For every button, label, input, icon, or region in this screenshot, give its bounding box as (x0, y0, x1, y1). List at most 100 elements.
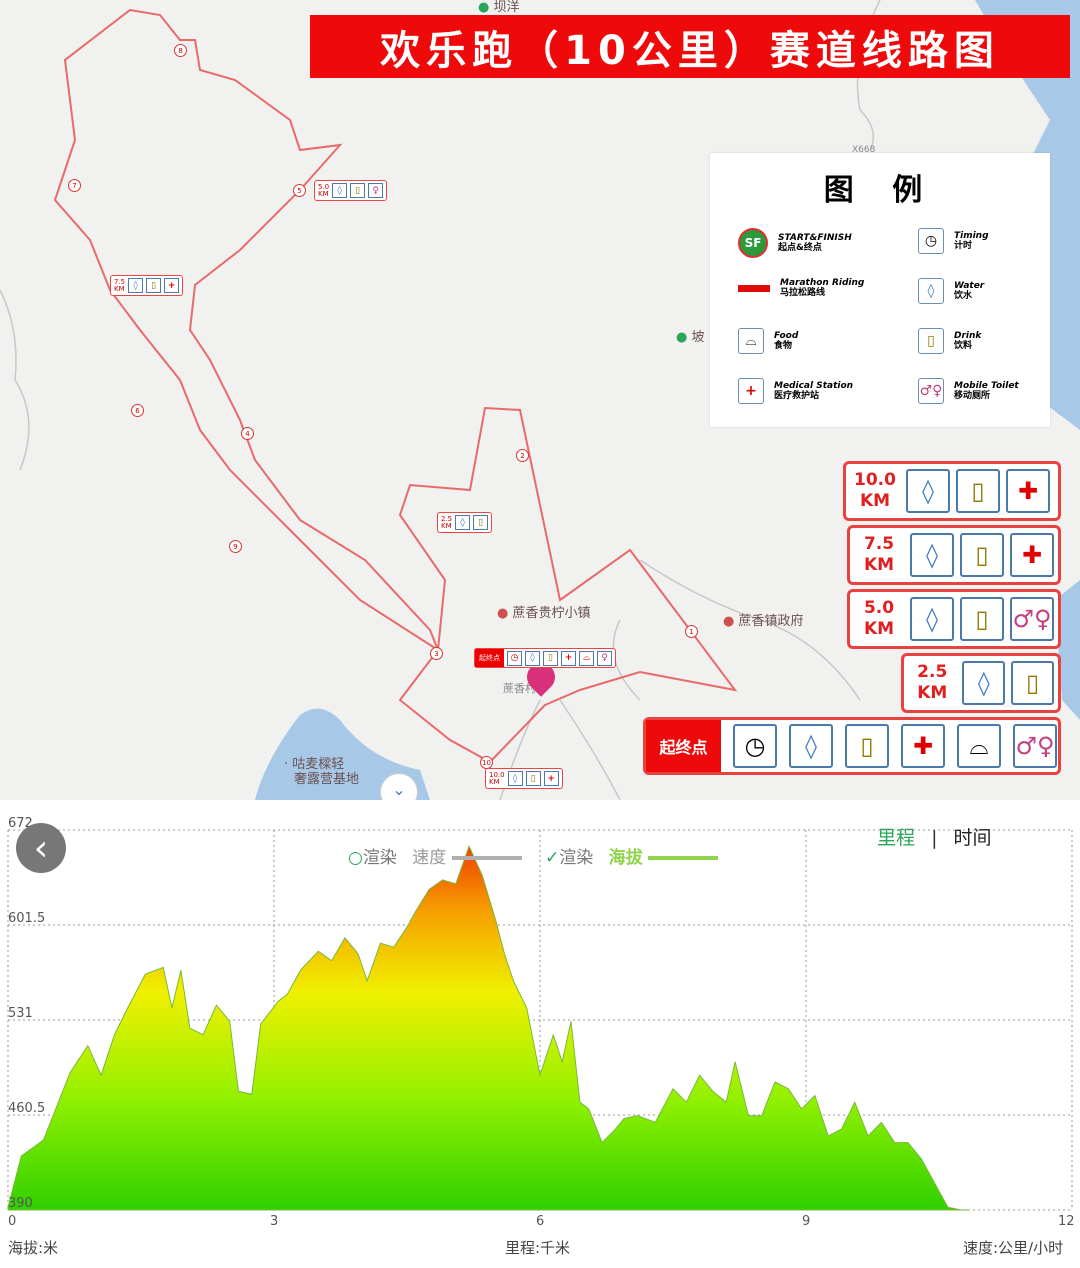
tab-distance[interactable]: 里程 (877, 827, 915, 849)
drink-icon: ▯ (956, 469, 1000, 513)
y-tick-label: 531 (8, 1006, 33, 1021)
speed-unit-label: 速度:公里/小时 (963, 1239, 1064, 1257)
x-tick-label: 0 (8, 1214, 16, 1229)
timing-icon: ◷ (918, 228, 944, 254)
poi-government[interactable]: ● 蔗香镇政府 (723, 610, 804, 629)
toggle-altitude[interactable]: ✓渲染 海拔 (545, 843, 719, 868)
water-icon: ◊ (332, 183, 348, 198)
waypoint-1-marker: 1 (685, 625, 698, 638)
waypoint-6-marker: 6 (131, 404, 144, 417)
poi-village[interactable]: ● 蔗香贵柠小镇 (497, 602, 591, 621)
drink-icon: ▯ (146, 278, 162, 293)
drink-icon: ▯ (525, 771, 541, 786)
map-tag-5km[interactable]: 5.0 KM ◊ ▯ ♀ (314, 180, 388, 201)
station-5km[interactable]: 5.0 KM ◊ ▯ ♂♀ (847, 589, 1061, 649)
toilet-icon: ♂♀ (1013, 724, 1057, 768)
medical-icon: + (738, 378, 764, 404)
y-tick-label: 390 (8, 1196, 33, 1211)
y-unit-label: 海拔:米 (8, 1239, 59, 1257)
water-icon: ◊ (507, 771, 523, 786)
waypoint-9-marker: 9 (229, 540, 242, 553)
elevation-chart[interactable]: 672601.5531460.5390 0 3 6 9 12 (0, 805, 1080, 1268)
race-route-line (53, 8, 738, 764)
back-chevron-icon[interactable]: ‹ (16, 823, 66, 873)
poi-marker-icon: ● (723, 614, 735, 629)
map-tag-10km[interactable]: 10.0 KM ◊ ▯ + (485, 768, 563, 789)
drink-icon: ▯ (960, 597, 1004, 641)
legend-item-food: ⌓ Food 食物 (738, 328, 798, 354)
x-tick-labels: 0 3 6 9 12 (8, 1214, 1075, 1229)
water-icon: ◊ (918, 278, 944, 304)
drink-icon: ▯ (350, 183, 366, 198)
timing-icon: ◷ (733, 724, 777, 768)
toilet-icon: ♂♀ (1010, 597, 1054, 641)
poi-right-place[interactable]: ● 坡 (676, 326, 705, 345)
x-tick-label: 6 (536, 1214, 544, 1229)
water-icon: ◊ (789, 724, 833, 768)
medical-icon: ✚ (1010, 533, 1054, 577)
speed-legend-line (451, 856, 522, 860)
route-map[interactable]: X668 ● 坝洋 ● 坡 ● 蔗香贵柠小镇 ● 蔗香镇政府 蔗香村 · 咕麦樑… (0, 0, 1080, 800)
waypoint-7-marker: 7 (68, 179, 81, 192)
map-tag-start[interactable]: 起终点 ◷ ◊ ▯ + ⌓ ♀ (474, 648, 616, 668)
drink-icon: ▯ (960, 533, 1004, 577)
legend-item-start-finish: SF START&FINISH 起点&终点 (738, 228, 852, 258)
toilet-icon: ♂♀ (918, 378, 944, 404)
start-finish-station[interactable]: 起终点 ◷ ◊ ▯ ✚ ⌓ ♂♀ (643, 717, 1061, 775)
drink-icon: ▯ (1011, 661, 1054, 705)
drink-icon: ▯ (845, 724, 889, 768)
route-line-icon (738, 284, 770, 292)
medical-icon: ✚ (901, 724, 945, 768)
drink-icon: ▯ (543, 650, 558, 666)
legend-item-drink: ▯ Drink 饮料 (918, 328, 981, 354)
water-icon: ◊ (128, 278, 144, 293)
map-tag-2-5km[interactable]: 2.5 KM ◊ ▯ (437, 512, 493, 533)
elevation-area (7, 844, 971, 1211)
poi-dot-icon: · (284, 757, 289, 772)
mode-tabs: 里程 | 时间 (877, 823, 992, 850)
page-title: 欢乐跑（10公里）赛道线路图 (310, 15, 1070, 78)
poi-marker-icon: ● (478, 0, 490, 15)
legend-item-toilet: ♂♀ Mobile Toilet 移动厕所 (918, 378, 1019, 404)
station-2-5km[interactable]: 2.5 KM ◊ ▯ (901, 653, 1061, 713)
poi-marker-icon: ● (497, 606, 509, 621)
y-tick-label: 601.5 (8, 911, 45, 926)
waypoint-5-marker: 5 (293, 184, 306, 197)
water-icon: ◊ (525, 650, 540, 666)
medical-icon: ✚ (1006, 469, 1050, 513)
toilet-icon: ♀ (368, 183, 384, 198)
water-icon: ◊ (962, 661, 1006, 705)
legend-item-medical: + Medical Station 医疗救护站 (738, 378, 853, 404)
map-tag-7-5km[interactable]: 7.5 KM ◊ ▯ + (110, 275, 184, 296)
water-icon: ◊ (455, 515, 471, 530)
medical-icon: + (543, 771, 559, 786)
waypoint-3-marker: 3 (430, 647, 443, 660)
checked-circle-icon: ✓ (545, 848, 560, 868)
legend-item-timing: ◷ Timing 计时 (918, 228, 989, 254)
map-legend: 图 例 SF START&FINISH 起点&终点 ◷ Timing 计时 Mara… (710, 153, 1050, 427)
medical-icon: + (164, 278, 180, 293)
tab-time[interactable]: 时间 (954, 827, 992, 849)
medical-icon: + (561, 650, 576, 666)
x-tick-label: 9 (802, 1214, 810, 1229)
poi-campsite[interactable]: · 咕麦樑轻 奢露营基地 (284, 757, 359, 787)
legend-heading: 图 例 (823, 173, 937, 208)
poi-top-place[interactable]: ● 坝洋 (478, 0, 520, 15)
start-finish-icon: SF (738, 228, 768, 258)
water-icon: ◊ (910, 597, 954, 641)
legend-item-route: Marathon Riding 马拉松路线 (738, 278, 864, 298)
food-icon: ⌓ (579, 650, 594, 666)
toilet-icon: ♀ (597, 650, 612, 666)
unchecked-circle-icon: ○ (348, 848, 363, 868)
waypoint-8-marker: 8 (174, 44, 187, 57)
y-tick-label: 460.5 (8, 1101, 45, 1116)
toggle-speed[interactable]: ○渲染 速度 (348, 843, 522, 868)
station-10km[interactable]: 10.0 KM ◊ ▯ ✚ (843, 461, 1061, 521)
x-unit-label: 里程:千米 (505, 1239, 571, 1257)
drink-icon: ▯ (473, 515, 489, 530)
waypoint-2-marker: 2 (516, 449, 529, 462)
tab-divider: | (931, 827, 938, 849)
altitude-legend-line (648, 856, 719, 860)
food-icon: ⌓ (738, 328, 764, 354)
station-7-5km[interactable]: 7.5 KM ◊ ▯ ✚ (847, 525, 1061, 585)
